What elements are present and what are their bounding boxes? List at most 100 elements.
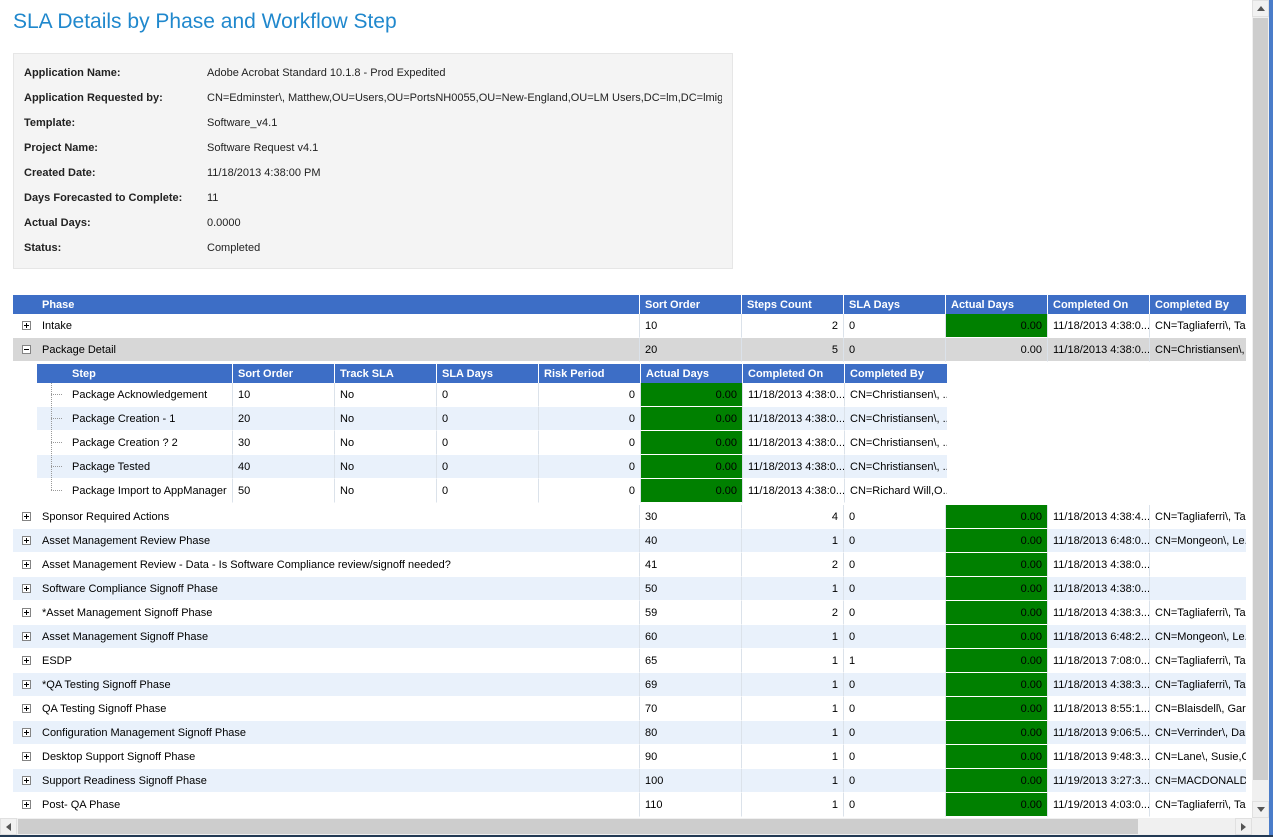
phase-cell: ESDP [37, 649, 640, 673]
plus-box-icon[interactable] [22, 728, 31, 737]
steps-count-cell: 2 [742, 314, 844, 338]
expand-toggle-cell [13, 697, 37, 721]
sla-days-cell: 0 [844, 577, 946, 601]
info-label: Status: [24, 242, 207, 254]
risk-period-cell: 0 [539, 479, 641, 503]
info-value: 0.0000 [207, 217, 722, 229]
completed-by-cell: CN=Christiansen\, ... [1150, 338, 1246, 362]
completed-by-cell: CN=Christiansen\, ... [845, 431, 947, 455]
steps-count-cell: 1 [742, 529, 844, 553]
info-label: Template: [24, 117, 207, 129]
track-sla-cell: No [335, 383, 437, 407]
completed-on-cell: 11/18/2013 4:38:0... [1048, 577, 1150, 601]
info-label: Application Name: [24, 67, 207, 79]
phase-row: *Asset Management Signoff Phase 59 2 0 0… [13, 601, 1246, 625]
sla-days-cell: 0 [844, 314, 946, 338]
vertical-scrollbar[interactable] [1252, 0, 1269, 818]
report-info-panel: Application Name:Adobe Acrobat Standard … [13, 53, 733, 269]
tree-connector-icon [37, 479, 67, 502]
completed-by-cell: CN=Christiansen\, ... [845, 407, 947, 431]
plus-box-icon[interactable] [22, 536, 31, 545]
completed-by-cell: CN=Christiansen\, ... [845, 455, 947, 479]
col-header-steps-count: Steps Count [742, 295, 844, 314]
horizontal-scroll-thumb[interactable] [18, 819, 1138, 834]
completed-on-cell: 11/18/2013 4:38:4... [1048, 505, 1150, 529]
completed-on-cell: 11/18/2013 4:38:0... [743, 407, 845, 431]
phase-row: Post- QA Phase 110 1 0 0.00 11/19/2013 4… [13, 793, 1246, 817]
completed-on-cell: 11/19/2013 3:27:3... [1048, 769, 1150, 793]
tree-connector-icon [37, 383, 67, 406]
step-cell: Package Tested [67, 455, 233, 479]
phase-row: *QA Testing Signoff Phase 69 1 0 0.00 11… [13, 673, 1246, 697]
sort-order-cell: 65 [640, 649, 742, 673]
risk-period-cell: 0 [539, 383, 641, 407]
plus-box-icon[interactable] [22, 632, 31, 641]
completed-on-cell: 11/18/2013 4:38:3... [1048, 601, 1150, 625]
completed-on-cell: 11/18/2013 7:08:0... [1048, 649, 1150, 673]
completed-by-cell: CN=MACDONALD... [1150, 769, 1246, 793]
actual-days-cell: 0.00 [946, 649, 1048, 673]
horizontal-scrollbar[interactable] [0, 818, 1252, 835]
sla-days-cell: 0 [844, 553, 946, 577]
phase-cell: Asset Management Signoff Phase [37, 625, 640, 649]
sort-order-cell: 10 [233, 383, 335, 407]
minus-box-icon[interactable] [22, 345, 31, 354]
scroll-up-button[interactable] [1252, 0, 1269, 17]
phase-cell: Desktop Support Signoff Phase [37, 745, 640, 769]
col-header-risk-period: Risk Period [539, 364, 641, 383]
window-right-border [1269, 0, 1273, 837]
track-sla-cell: No [335, 431, 437, 455]
step-table: Step Sort Order Track SLA SLA Days Risk … [37, 364, 947, 503]
completed-on-cell: 11/18/2013 6:48:2... [1048, 625, 1150, 649]
phase-row: Asset Management Signoff Phase 60 1 0 0.… [13, 625, 1246, 649]
sla-days-cell: 0 [844, 601, 946, 625]
col-header-sla-days: SLA Days [844, 295, 946, 314]
completed-on-cell: 11/18/2013 4:38:0... [743, 383, 845, 407]
plus-box-icon[interactable] [22, 321, 31, 330]
sort-order-cell: 100 [640, 769, 742, 793]
completed-by-cell: CN=Verrinder\, Da... [1150, 721, 1246, 745]
info-label: Days Forecasted to Complete: [24, 192, 207, 204]
plus-box-icon[interactable] [22, 752, 31, 761]
plus-box-icon[interactable] [22, 584, 31, 593]
info-row: Application Name:Adobe Acrobat Standard … [24, 60, 722, 85]
scroll-left-button[interactable] [0, 818, 17, 835]
plus-box-icon[interactable] [22, 656, 31, 665]
scroll-down-button[interactable] [1252, 801, 1269, 818]
sla-days-cell: 0 [437, 383, 539, 407]
risk-period-cell: 0 [539, 431, 641, 455]
completed-by-cell: CN=Lane\, Susie,O... [1150, 745, 1246, 769]
phase-row: QA Testing Signoff Phase 70 1 0 0.00 11/… [13, 697, 1246, 721]
expand-toggle-cell [13, 721, 37, 745]
completed-on-cell: 11/18/2013 4:38:0... [1048, 338, 1150, 362]
plus-box-icon[interactable] [22, 704, 31, 713]
phase-cell: Intake [37, 314, 640, 338]
plus-box-icon[interactable] [22, 776, 31, 785]
plus-box-icon[interactable] [22, 680, 31, 689]
plus-box-icon[interactable] [22, 608, 31, 617]
expand-toggle-cell [13, 601, 37, 625]
phase-cell: Support Readiness Signoff Phase [37, 769, 640, 793]
vertical-scroll-thumb[interactable] [1253, 18, 1268, 780]
sort-order-cell: 40 [233, 455, 335, 479]
completed-on-cell: 11/18/2013 4:38:0... [743, 431, 845, 455]
completed-on-cell: 11/18/2013 4:38:3... [1048, 673, 1150, 697]
risk-period-cell: 0 [539, 407, 641, 431]
sort-order-cell: 70 [640, 697, 742, 721]
phase-row: Desktop Support Signoff Phase 90 1 0 0.0… [13, 745, 1246, 769]
plus-box-icon[interactable] [22, 512, 31, 521]
plus-box-icon[interactable] [22, 560, 31, 569]
completed-by-cell: CN=Mongeon\, Le... [1150, 529, 1246, 553]
phase-row: Software Compliance Signoff Phase 50 1 0… [13, 577, 1246, 601]
expand-toggle-cell [13, 553, 37, 577]
report-page: SLA Details by Phase and Workflow Step A… [0, 0, 1273, 837]
expand-toggle-cell [13, 649, 37, 673]
completed-on-cell: 11/18/2013 6:48:0... [1048, 529, 1150, 553]
phase-row: ESDP 65 1 1 0.00 11/18/2013 7:08:0... CN… [13, 649, 1246, 673]
plus-box-icon[interactable] [22, 800, 31, 809]
expand-toggle-cell [13, 745, 37, 769]
scroll-right-button[interactable] [1235, 818, 1252, 835]
sla-days-cell: 0 [437, 407, 539, 431]
expand-toggle-cell [13, 793, 37, 817]
phase-cell: Asset Management Review - Data - Is Soft… [37, 553, 640, 577]
